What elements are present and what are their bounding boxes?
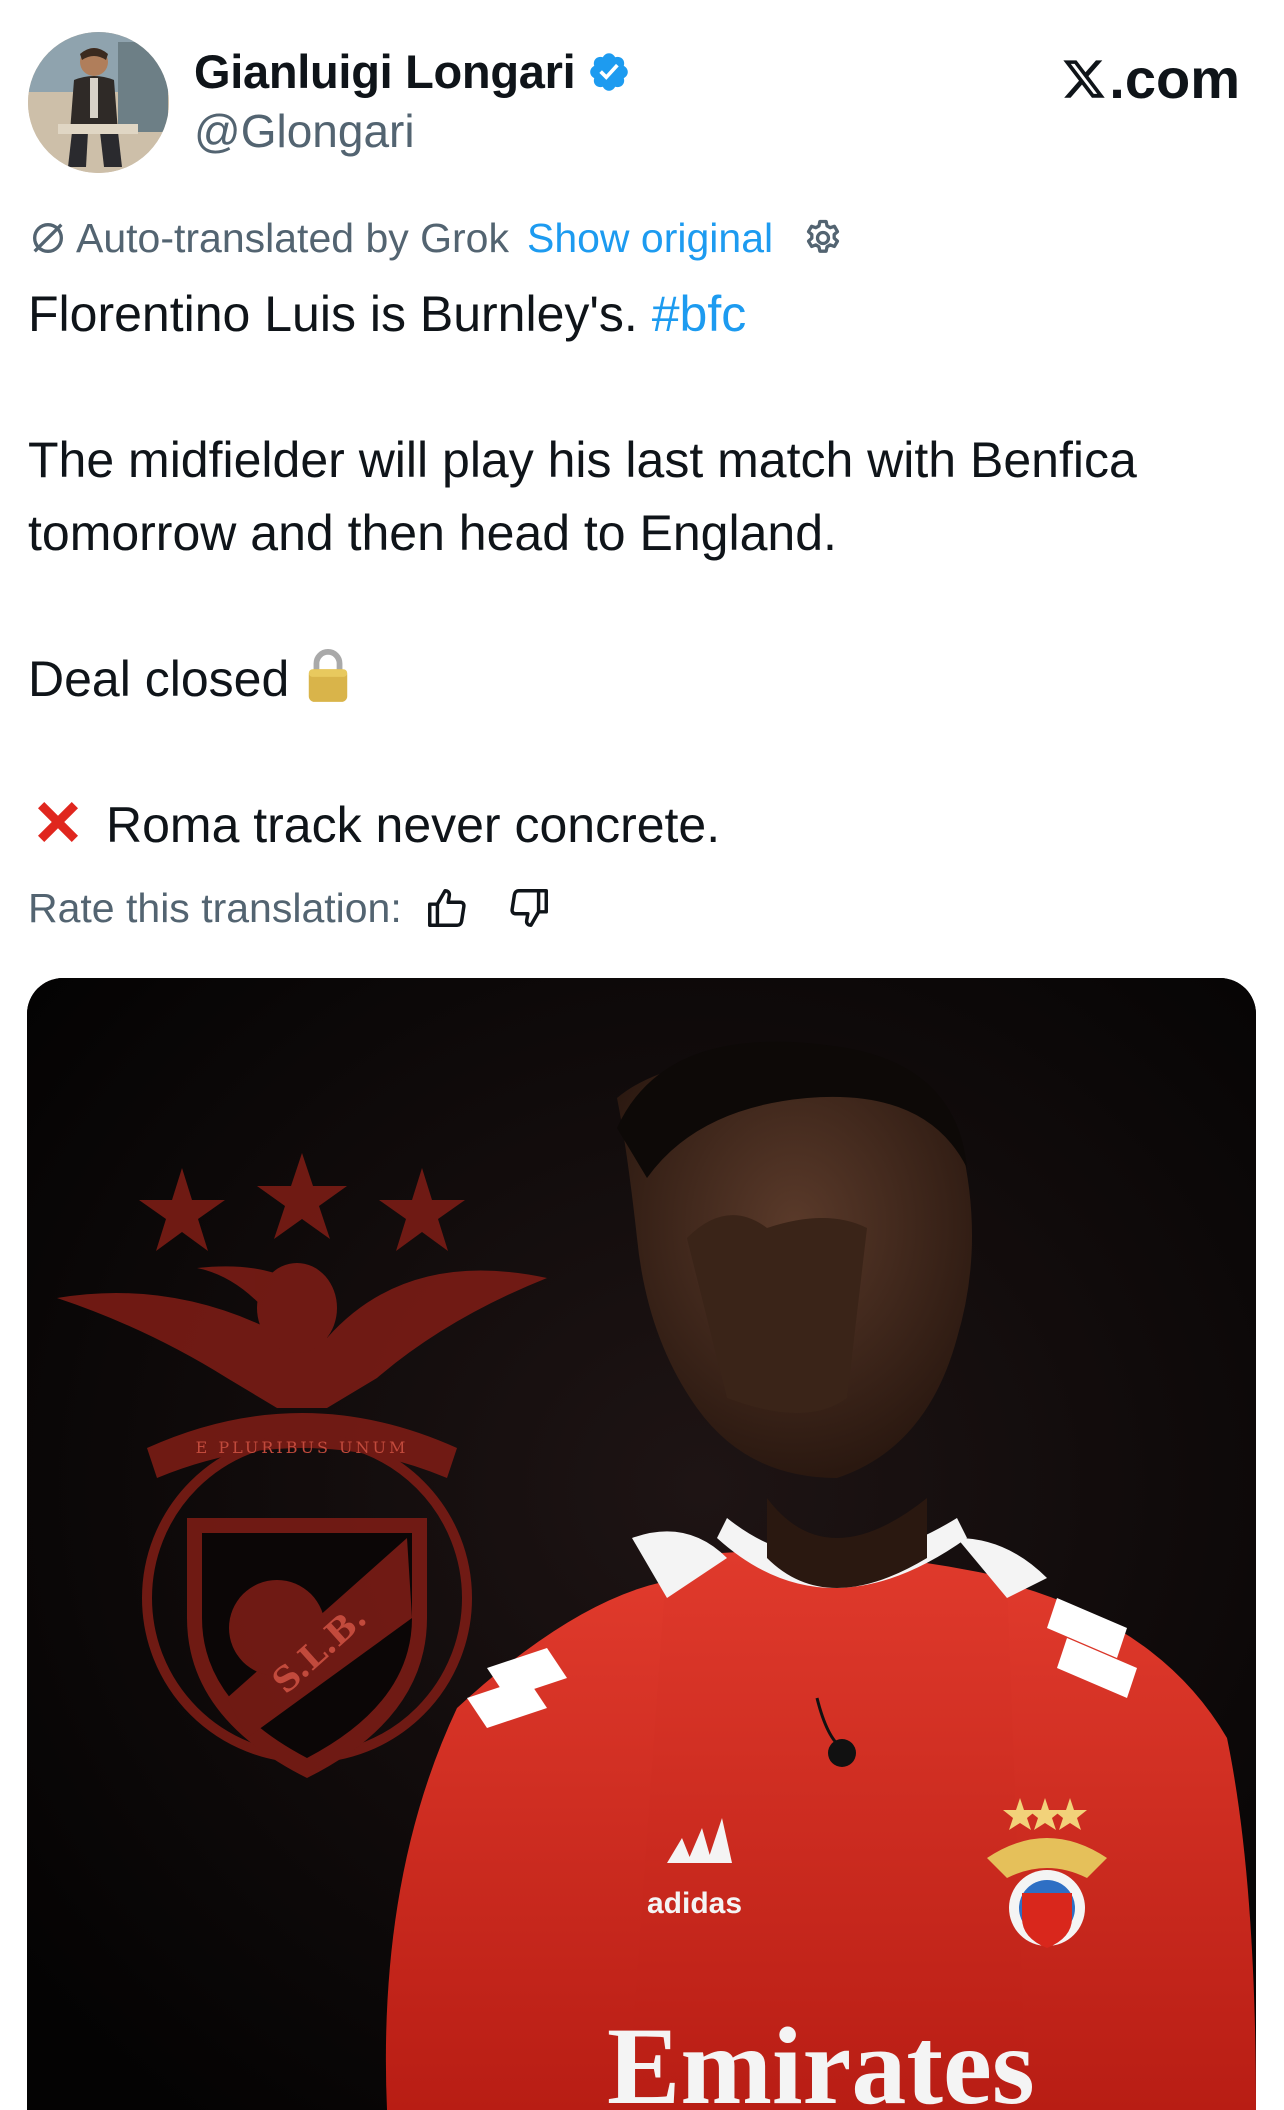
tweet-line-2: The midfielder will play his last match …: [28, 432, 1137, 561]
author-name[interactable]: Gianluigi Longari: [194, 44, 576, 99]
thumbs-up-icon[interactable]: [424, 885, 470, 931]
hashtag-link[interactable]: #bfc: [652, 286, 747, 342]
rate-translation-bar: Rate this translation:: [28, 880, 552, 936]
shirt-sponsor: Emirates: [607, 2005, 1035, 2110]
gear-icon[interactable]: [801, 216, 845, 260]
thumbs-down-icon[interactable]: [506, 885, 552, 931]
tweet-header: Gianluigi Longari @Glongari .com: [28, 28, 1256, 178]
tweet-line-3-text: Deal closed: [28, 651, 290, 707]
verified-badge-icon: [590, 52, 629, 91]
crest-motto: E PLURIBUS UNUM: [196, 1438, 409, 1457]
brand-logo: .com: [1061, 46, 1240, 111]
tweet-line-4-text: Roma track never concrete.: [106, 797, 721, 853]
tweet-line-3: Deal closed: [28, 643, 1256, 716]
tweet-text: Florentino Luis is Burnley's. #bfc The m…: [28, 278, 1256, 862]
tweet-line-1: Florentino Luis is Burnley's. #bfc: [28, 278, 1256, 351]
auto-translated-label: Auto-translated by Grok: [76, 214, 509, 261]
brand-text: .com: [1109, 47, 1240, 110]
tweet-line-1-text: Florentino Luis is Burnley's.: [28, 286, 652, 342]
player-photo: E PLURIBUS UNUM S.L.B. adidas Emirates: [27, 978, 1256, 2110]
show-original-link[interactable]: Show original: [527, 215, 773, 262]
shirt-brand: adidas: [647, 1887, 742, 1920]
avatar-photo: [28, 32, 169, 173]
avatar[interactable]: [28, 32, 169, 173]
translation-bar: Auto-translated by Grok Show original: [28, 210, 845, 266]
x-logo-icon: [1063, 59, 1106, 98]
tweet-line-4: Roma track never concrete.: [28, 789, 1256, 862]
lock-icon: [309, 649, 348, 702]
author-handle[interactable]: @Glongari: [194, 104, 415, 158]
cross-mark-icon: [38, 802, 78, 842]
grok-slash-icon: [33, 223, 63, 253]
rate-label: Rate this translation:: [28, 884, 402, 931]
tweet-media-image[interactable]: E PLURIBUS UNUM S.L.B. adidas Emirates: [27, 978, 1256, 2110]
